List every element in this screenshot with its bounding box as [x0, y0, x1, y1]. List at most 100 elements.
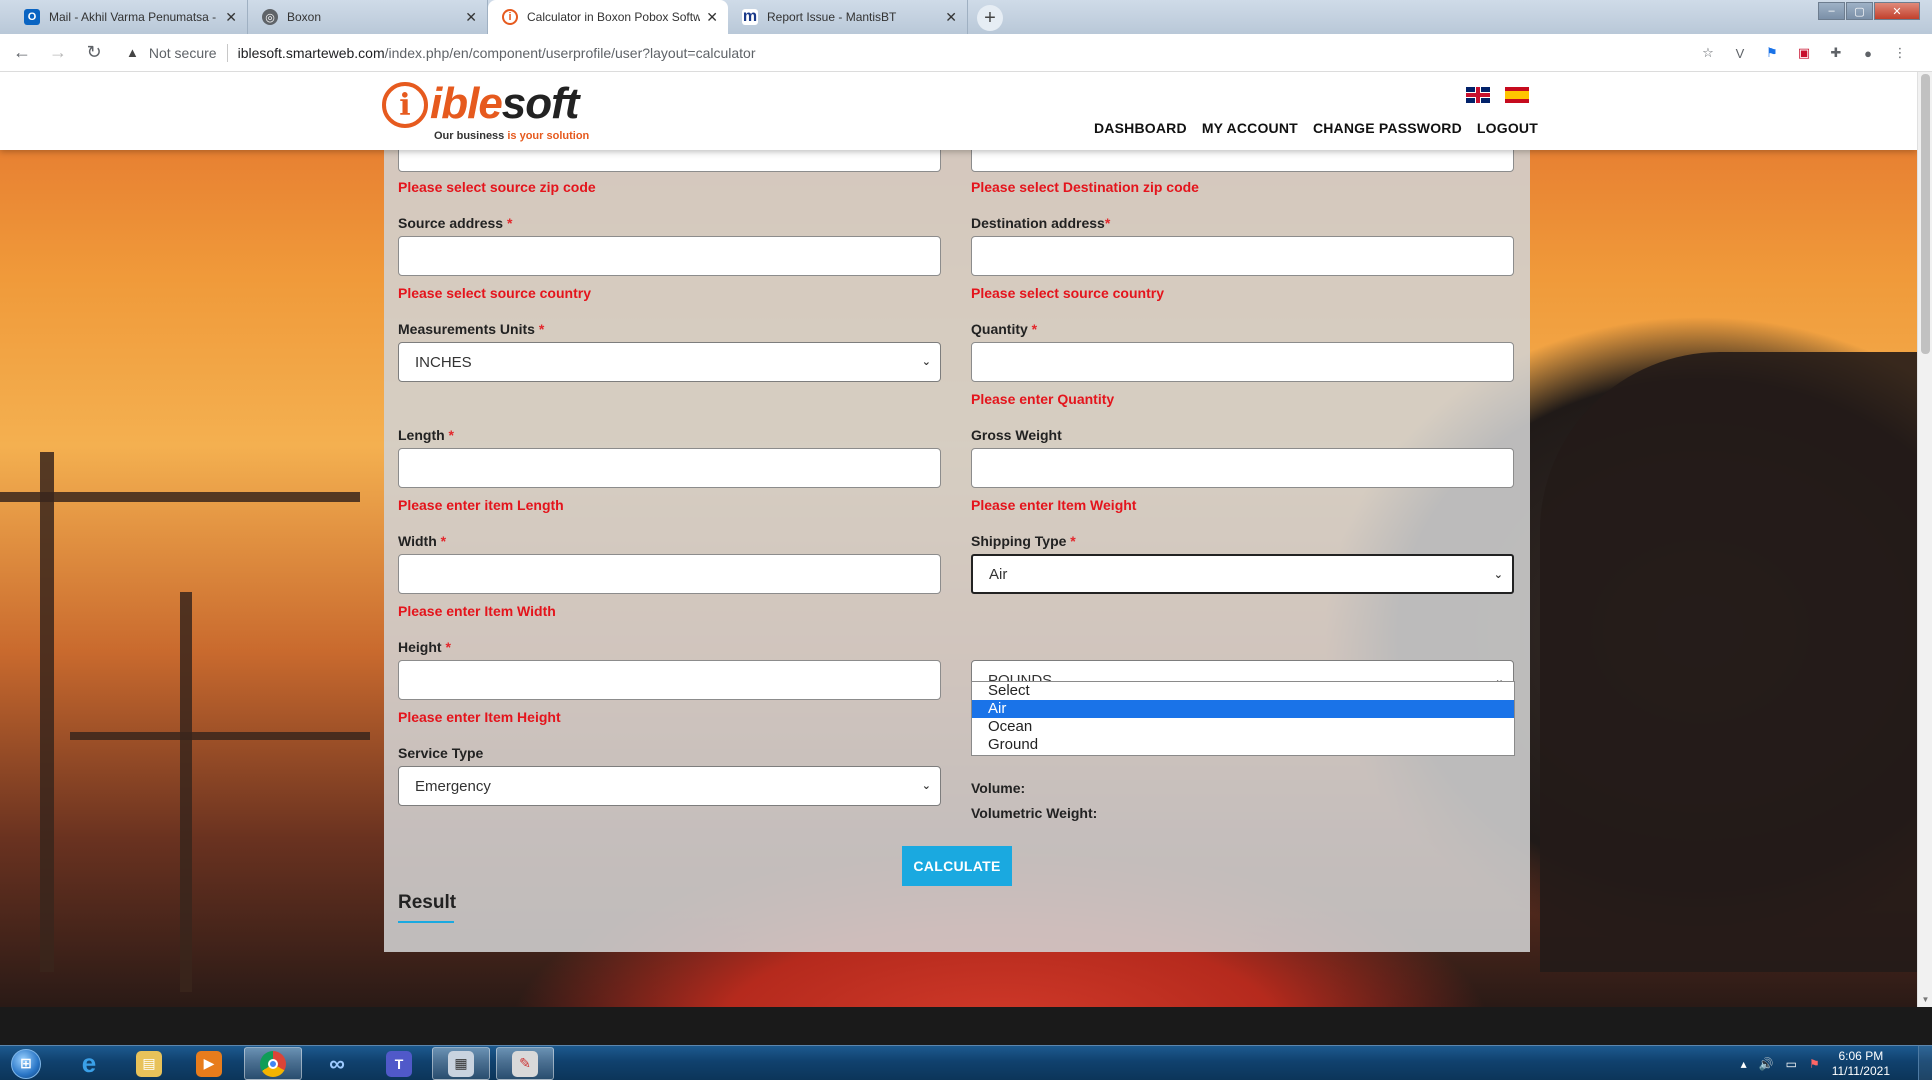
- profile-icon[interactable]: ●: [1858, 43, 1878, 63]
- measurement-units-label: Measurements Units: [398, 321, 535, 337]
- nav-logout[interactable]: LOGOUT: [1477, 120, 1538, 136]
- chevron-down-icon: ⌄: [921, 356, 931, 368]
- tab-title: Report Issue - MantisBT: [767, 10, 897, 24]
- option-select[interactable]: Select: [972, 682, 1514, 700]
- calculator-form: Please select source zip code Please sel…: [384, 132, 1530, 952]
- url-field[interactable]: iblesoft.smarteweb.com/index.php/en/comp…: [238, 45, 756, 61]
- reload-icon[interactable]: ↻: [80, 39, 108, 67]
- page-scrollbar[interactable]: ▲ ▼: [1917, 72, 1932, 1007]
- taskbar-paint[interactable]: ✎: [496, 1047, 554, 1080]
- tab-title: Calculator in Boxon Pobox Softw: [527, 10, 701, 24]
- english-flag-icon[interactable]: [1466, 87, 1490, 103]
- taskbar-app[interactable]: ∞: [308, 1047, 366, 1080]
- shipping-type-value: Air: [989, 565, 1008, 583]
- required-mark: *: [448, 427, 454, 443]
- chevron-down-icon: ⌄: [1493, 569, 1503, 581]
- quantity-error: Please enter Quantity: [971, 391, 1115, 407]
- start-button[interactable]: ⊞: [4, 1046, 48, 1080]
- scroll-down-icon[interactable]: ▼: [1918, 995, 1932, 1007]
- volumetric-weight-label: Volumetric Weight:: [971, 805, 1098, 821]
- scrollbar-thumb[interactable]: [1921, 74, 1930, 354]
- tab-mail[interactable]: O Mail - Akhil Varma Penumatsa - O ✕: [10, 0, 248, 34]
- length-input[interactable]: [398, 448, 941, 488]
- security-indicator[interactable]: ▲ Not secure: [126, 45, 217, 61]
- destination-address-input[interactable]: [971, 236, 1514, 276]
- nav-my-account[interactable]: MY ACCOUNT: [1202, 120, 1298, 136]
- result-underline: [398, 921, 454, 923]
- required-mark: *: [1104, 215, 1111, 231]
- tab-close-icon[interactable]: ✕: [945, 9, 957, 26]
- calculate-button[interactable]: CALCULATE: [902, 846, 1012, 886]
- taskbar-explorer[interactable]: ▤: [120, 1047, 178, 1080]
- required-mark: *: [445, 639, 451, 655]
- taskbar-ie[interactable]: e: [60, 1047, 118, 1080]
- calculator-icon: ▦: [448, 1050, 474, 1077]
- logo-i-icon: i: [382, 82, 428, 128]
- taskbar-teams[interactable]: T: [370, 1047, 428, 1080]
- system-tray: ▴ 🔊 ▭ ⚑ 6:06 PM 11/11/2021: [1741, 1046, 1932, 1080]
- close-window-button[interactable]: ✕: [1874, 2, 1920, 20]
- tab-calculator[interactable]: i Calculator in Boxon Pobox Softw ✕: [488, 0, 728, 34]
- extension-translate-icon[interactable]: ⚑: [1762, 43, 1782, 63]
- tab-close-icon[interactable]: ✕: [225, 9, 237, 26]
- taskbar-media-player[interactable]: ▶: [180, 1047, 238, 1080]
- quantity-input[interactable]: [971, 342, 1514, 382]
- shipping-type-options: Select Air Ocean Ground: [971, 681, 1515, 756]
- width-input[interactable]: [398, 554, 941, 594]
- clock-date: 11/11/2021: [1831, 1063, 1890, 1078]
- spanish-flag-icon[interactable]: [1505, 87, 1529, 103]
- shipping-type-select[interactable]: Air ⌄: [971, 554, 1514, 594]
- network-icon[interactable]: ▭: [1786, 1057, 1797, 1071]
- maximize-button[interactable]: ▢: [1846, 2, 1873, 20]
- minimize-button[interactable]: –: [1818, 2, 1845, 20]
- source-address-input[interactable]: [398, 236, 941, 276]
- quantity-label: Quantity: [971, 321, 1028, 337]
- extensions-area: ☆ V ⚑ ▣ ✚ ● ⋮: [1686, 43, 1910, 63]
- mantis-icon: m: [742, 8, 758, 25]
- gross-weight-error: Please enter Item Weight: [971, 497, 1137, 513]
- iblesoft-logo[interactable]: i iblesoft Our business is your solution: [382, 82, 589, 142]
- taskbar-calculator[interactable]: ▦: [432, 1047, 490, 1080]
- shipping-type-field: Shipping Type * Air ⌄: [971, 533, 1514, 594]
- url-host: iblesoft.smarteweb.com: [237, 44, 385, 61]
- height-label: Height: [398, 639, 442, 655]
- gross-weight-field: Gross Weight Please enter Item Weight: [971, 427, 1514, 513]
- option-ground[interactable]: Ground: [972, 736, 1514, 754]
- destination-address-label: Destination address: [971, 215, 1105, 231]
- puzzle-icon[interactable]: ✚: [1826, 43, 1846, 63]
- length-label: Length: [398, 427, 445, 443]
- tab-boxon[interactable]: ◎ Boxon ✕: [248, 0, 488, 34]
- back-icon[interactable]: ←: [8, 39, 36, 67]
- tab-close-icon[interactable]: ✕: [465, 9, 477, 26]
- required-mark: *: [1031, 321, 1038, 337]
- tab-close-icon[interactable]: ✕: [706, 9, 718, 26]
- tab-mantis[interactable]: m Report Issue - MantisBT ✕: [728, 0, 968, 34]
- action-center-icon[interactable]: ⚑: [1809, 1057, 1820, 1071]
- gross-weight-input[interactable]: [971, 448, 1514, 488]
- option-ocean[interactable]: Ocean: [972, 718, 1514, 736]
- background-decor: [40, 452, 54, 972]
- required-mark: *: [506, 215, 513, 231]
- volume-icon[interactable]: 🔊: [1759, 1057, 1774, 1071]
- bookmark-star-icon[interactable]: ☆: [1698, 43, 1718, 63]
- option-air[interactable]: Air: [972, 700, 1514, 718]
- system-clock[interactable]: 6:06 PM 11/11/2021: [1832, 1049, 1890, 1079]
- window-controls: – ▢ ✕: [1817, 2, 1920, 20]
- service-type-select[interactable]: Emergency ⌄: [398, 766, 941, 806]
- site-header: i iblesoft Our business is your solution…: [0, 72, 1917, 150]
- height-input[interactable]: [398, 660, 941, 700]
- menu-dots-icon[interactable]: ⋮: [1890, 43, 1910, 63]
- nav-dashboard[interactable]: DASHBOARD: [1094, 120, 1187, 136]
- volume-label: Volume:: [971, 780, 1026, 796]
- pdf-extension-icon[interactable]: ▣: [1794, 43, 1814, 63]
- extension-v-icon[interactable]: V: [1730, 43, 1750, 63]
- teams-icon: T: [386, 1050, 412, 1077]
- measurement-units-select[interactable]: INCHES ⌄: [398, 342, 941, 382]
- taskbar-chrome[interactable]: [244, 1047, 302, 1080]
- main-nav: DASHBOARD MY ACCOUNT CHANGE PASSWORD LOG…: [1094, 120, 1553, 136]
- show-desktop-button[interactable]: [1918, 1046, 1932, 1080]
- new-tab-button[interactable]: +: [977, 5, 1003, 31]
- nav-change-password[interactable]: CHANGE PASSWORD: [1313, 120, 1462, 136]
- forward-icon[interactable]: →: [44, 39, 72, 67]
- tray-arrow-icon[interactable]: ▴: [1741, 1057, 1747, 1071]
